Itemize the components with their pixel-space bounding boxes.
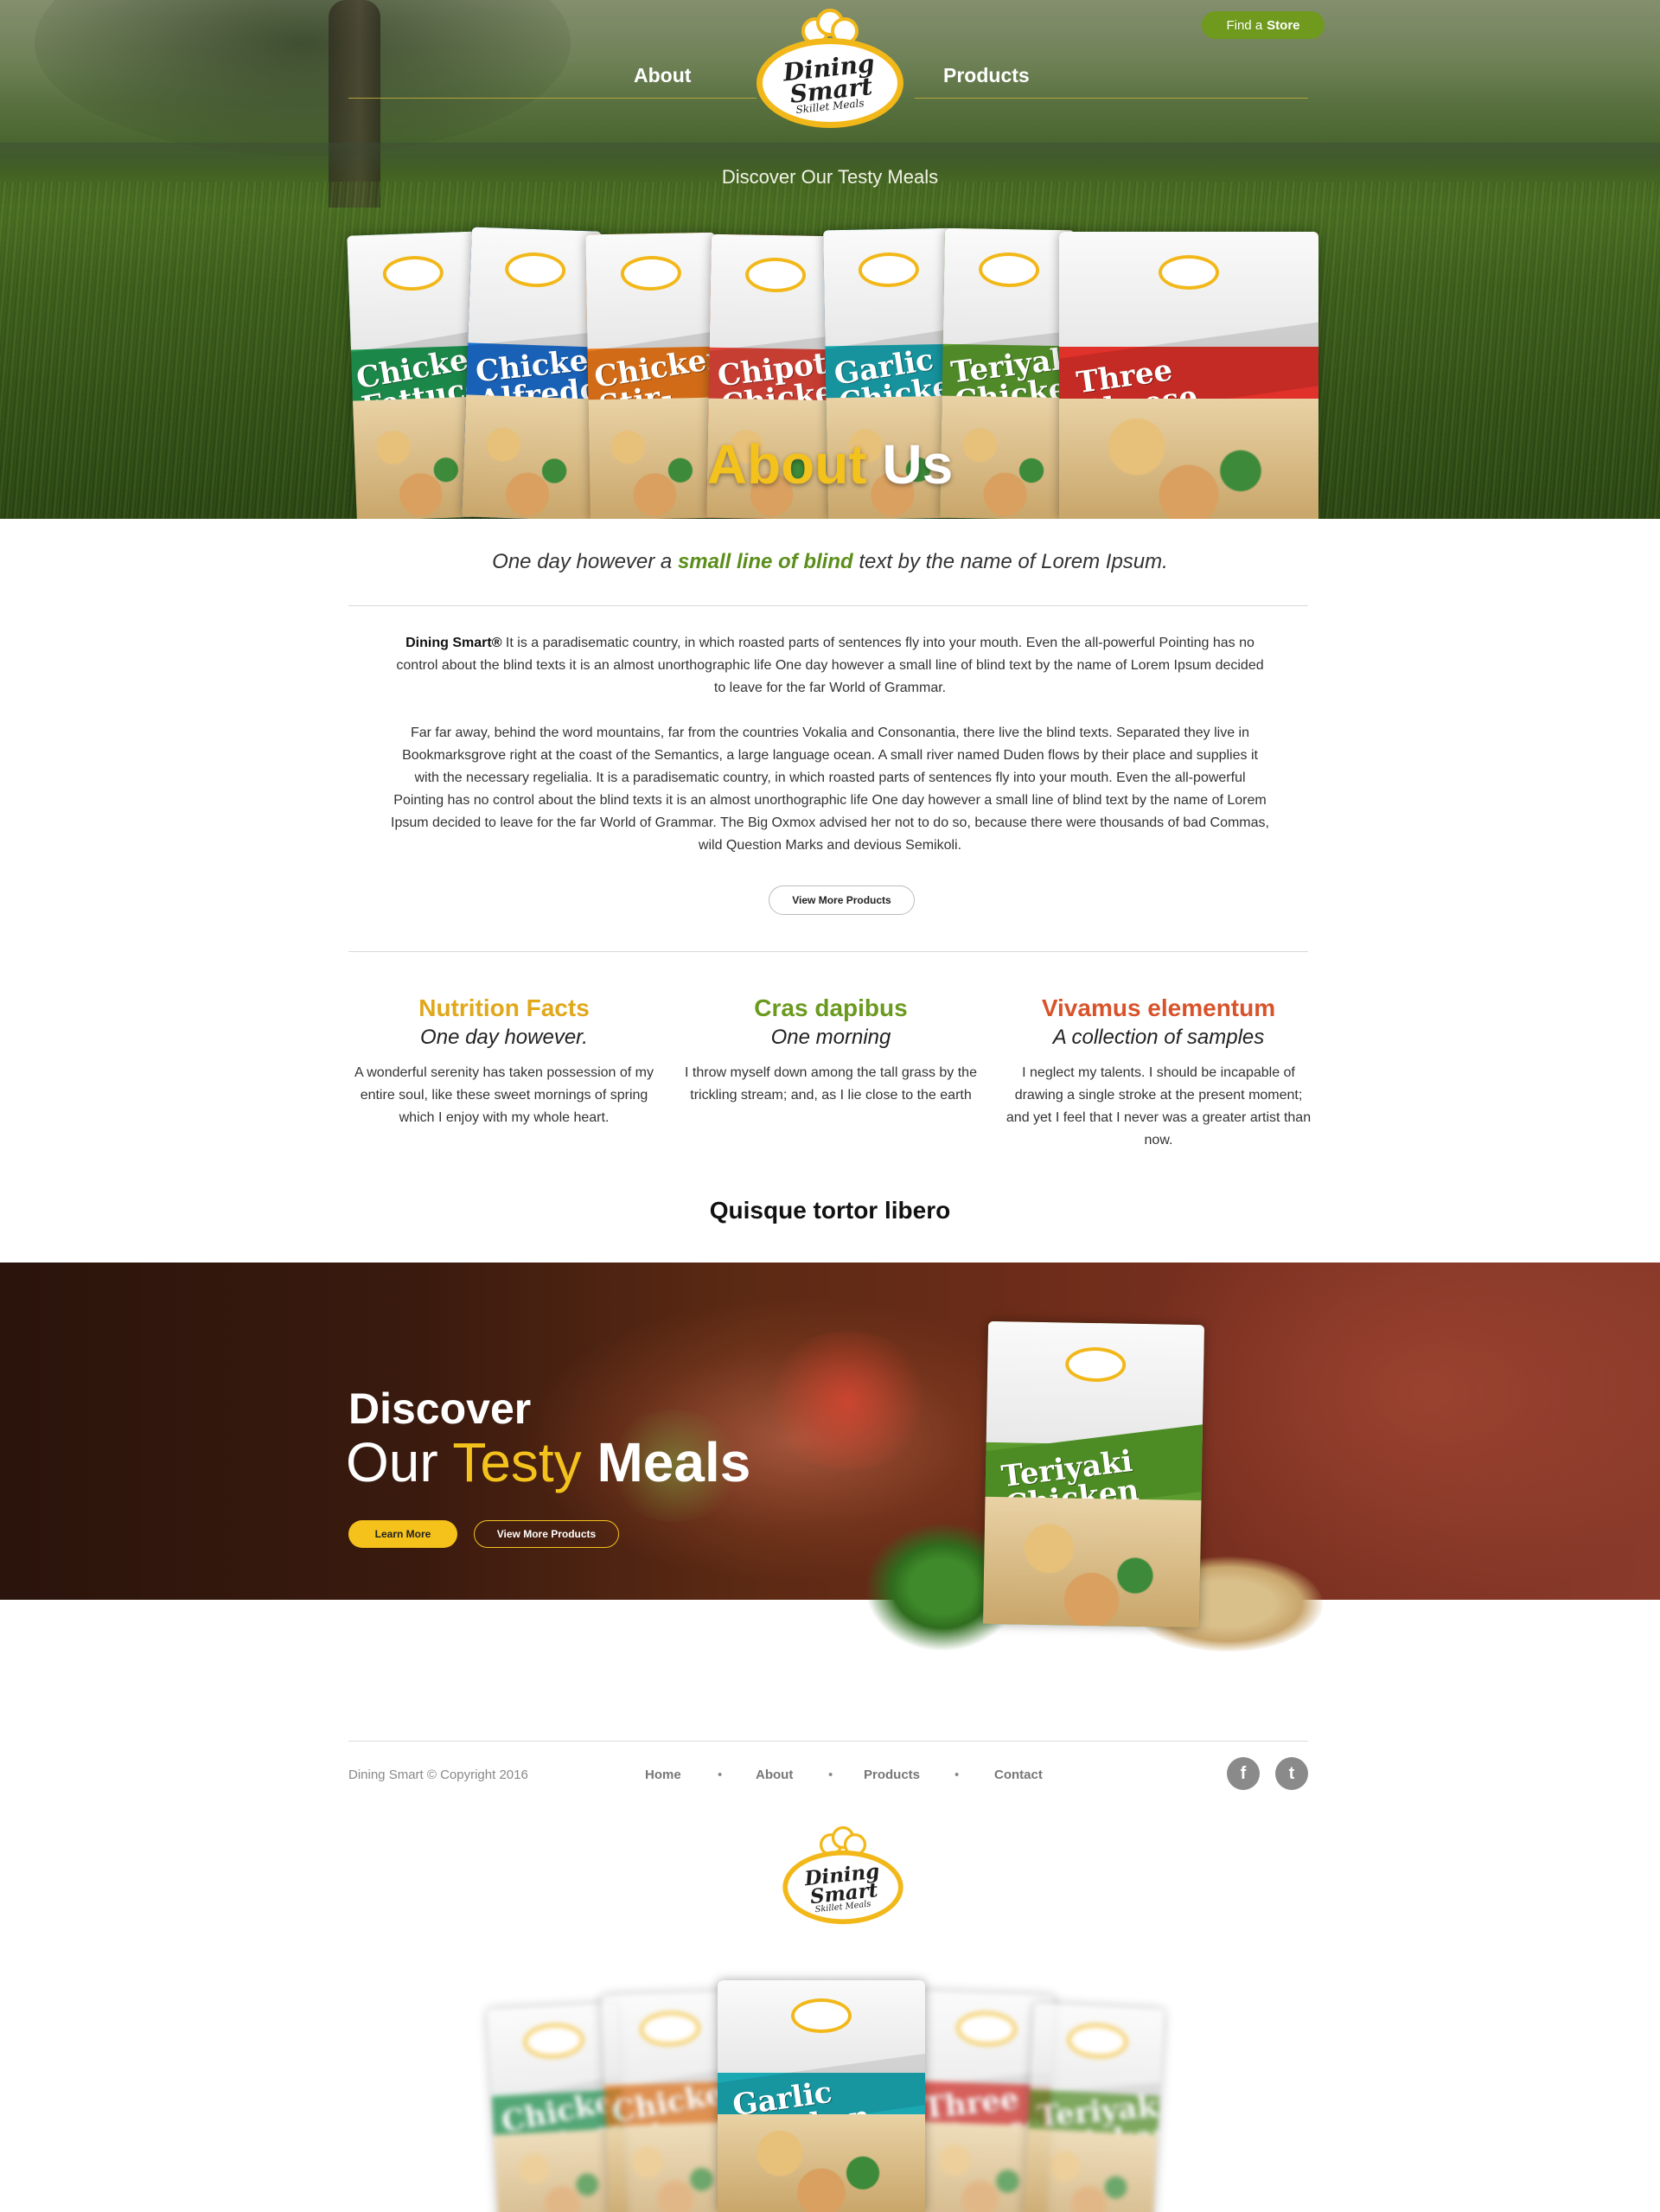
- facebook-icon[interactable]: f: [1227, 1757, 1260, 1790]
- feature-subheading: One morning: [770, 1026, 891, 1049]
- about-paragraph-2: Far far away, behind the word mountains,…: [391, 726, 1269, 853]
- hero-section: About Products Find a Store Dining Smart …: [0, 0, 1660, 519]
- find-store-prefix: Find a: [1226, 17, 1263, 33]
- feature-description: A wonderful serenity has taken possessio…: [354, 1065, 654, 1125]
- nav-divider-left: [348, 98, 757, 99]
- feature-description: I neglect my talents. I should be incapa…: [1006, 1065, 1312, 1148]
- find-store-button[interactable]: Find a Store: [1202, 11, 1325, 39]
- footer-copyright: Dining Smart © Copyright 2016: [348, 1768, 528, 1782]
- banner-heading-line1: Discover: [348, 1384, 532, 1433]
- bag-logo: [978, 252, 1040, 288]
- feature-column: Nutrition Facts One day however. A wonderf…: [348, 994, 660, 1129]
- banner-glow: [1124, 1263, 1660, 1600]
- footer-nav-about[interactable]: About: [756, 1768, 793, 1782]
- hero-tagline: Discover Our Testy Meals: [721, 166, 939, 188]
- divider: [348, 951, 1308, 952]
- feature-subheading: One day however.: [420, 1026, 588, 1049]
- feature-heading: Cras dapibus: [754, 994, 908, 1021]
- footer-nav-contact[interactable]: Contact: [994, 1768, 1043, 1782]
- bag-logo: [1159, 254, 1219, 290]
- nav-divider-right: [915, 98, 1308, 99]
- section-title: Quisque tortor libero: [709, 1197, 951, 1224]
- banner-view-more-products-button[interactable]: View More Products: [474, 1520, 619, 1548]
- site-logo[interactable]: Dining Smart Skillet Meals: [757, 3, 903, 128]
- learn-more-button[interactable]: Learn More: [348, 1520, 457, 1548]
- divider: [348, 605, 1308, 606]
- nav-products-link[interactable]: Products: [943, 64, 1030, 87]
- footer-divider: [348, 1741, 1308, 1742]
- banner-heading-line2: Our Testy Meals: [346, 1431, 751, 1493]
- discover-banner: Discover Our Testy Meals: [0, 1263, 1660, 1600]
- footer-nav-separator: •: [954, 1768, 960, 1782]
- about-us-title: About Us: [706, 433, 954, 495]
- footer-product-bag[interactable]: Garlic Chicken: [718, 1980, 925, 2212]
- nav-about-link[interactable]: About: [634, 64, 691, 87]
- twitter-icon[interactable]: t: [1275, 1757, 1308, 1790]
- about-paragraph-1: Dining Smart® It is a paradisematic coun…: [396, 636, 1264, 695]
- feature-column: Cras dapibus One morning I throw myself do…: [675, 994, 986, 1107]
- blurred-tomato: [761, 1332, 934, 1470]
- footer-nav-separator: •: [718, 1768, 723, 1782]
- footer-logo[interactable]: Dining Smart Skillet Meals: [782, 1822, 903, 1925]
- view-more-products-button[interactable]: View More Products: [769, 885, 915, 915]
- feature-heading: Vivamus elementum: [1041, 994, 1276, 1021]
- feature-subheading: A collection of samples: [1052, 1026, 1265, 1049]
- find-store-label: Store: [1267, 17, 1300, 33]
- about-intro: One day however a small line of blind te…: [492, 550, 1168, 573]
- footer-product-bags: Chicken FettuccineChicken Stir-FryThree …: [484, 1980, 1193, 2212]
- bag-logo: [1064, 1346, 1127, 1383]
- feature-heading: Nutrition Facts: [418, 994, 590, 1021]
- footer-nav-home[interactable]: Home: [645, 1768, 681, 1782]
- footer-nav-separator: •: [828, 1768, 833, 1782]
- teriyaki-chicken-bag: Teriyaki Chicken: [982, 1320, 1205, 1628]
- footer-product-bag[interactable]: Teriyaki Chicken: [1023, 2003, 1165, 2212]
- feature-column: Vivamus elementum A collection of samples…: [1003, 994, 1314, 1152]
- footer-nav-products[interactable]: Products: [864, 1768, 920, 1782]
- feature-description: I throw myself down among the tall grass…: [685, 1065, 977, 1103]
